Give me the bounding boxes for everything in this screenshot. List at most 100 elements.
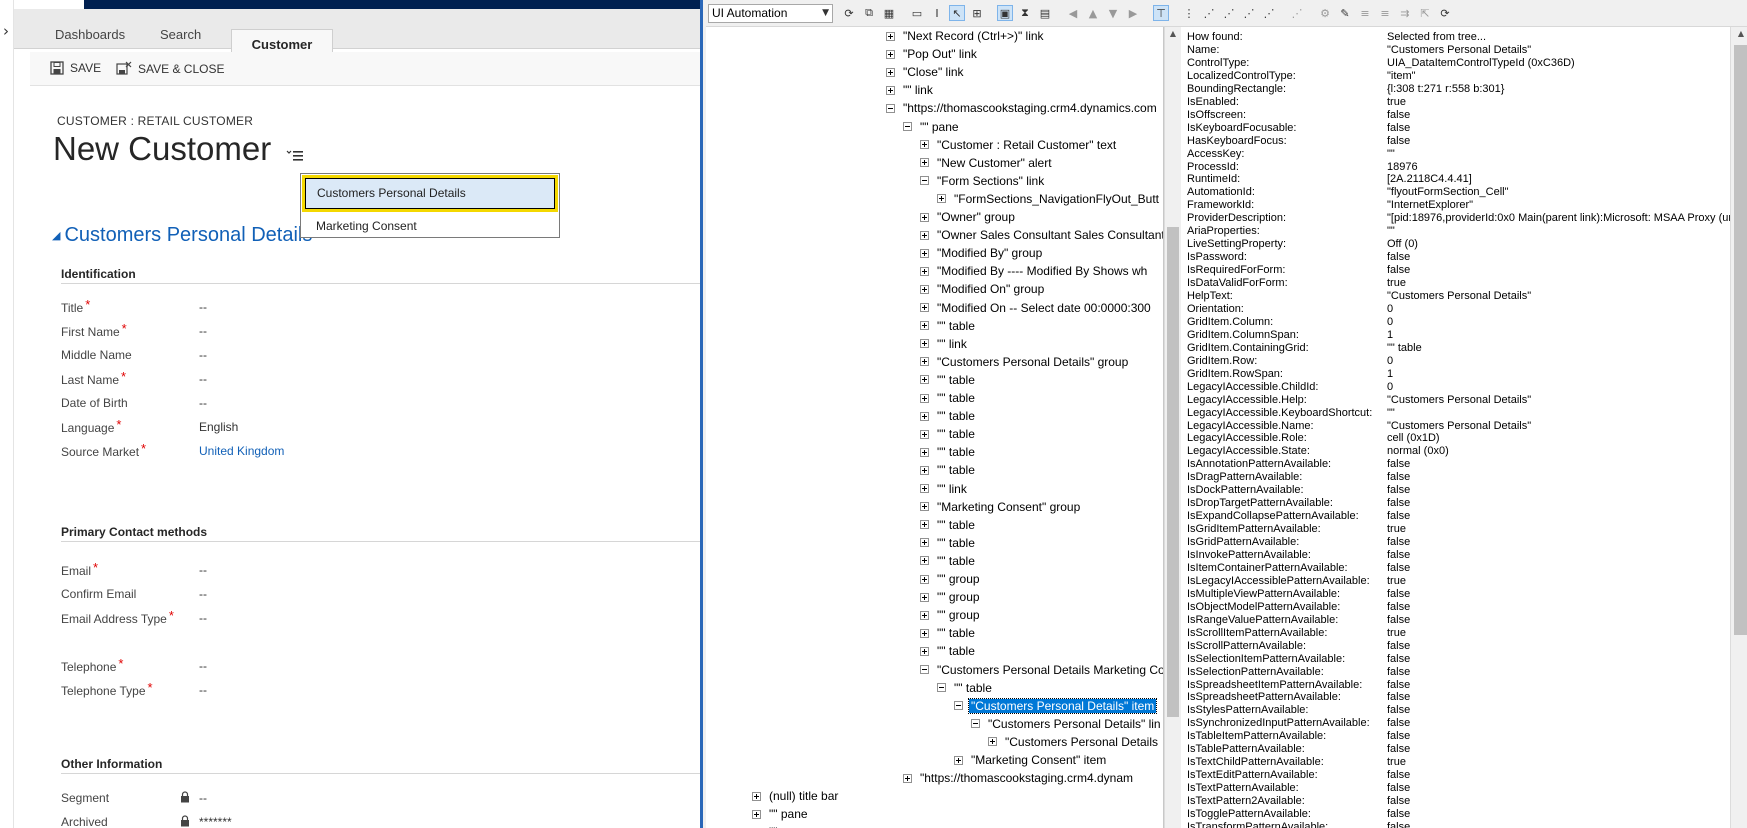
expand-plus-icon[interactable] [920, 248, 929, 258]
rectangle-icon[interactable]: ▭ [909, 5, 925, 21]
expand-plus-icon[interactable] [920, 502, 929, 512]
refresh-icon[interactable]: ⟳ [1437, 5, 1453, 21]
expand-plus-icon[interactable] [920, 321, 929, 331]
tree-node[interactable]: "" table [920, 317, 977, 335]
expand-plus-icon[interactable] [920, 158, 929, 168]
refresh-icon[interactable]: ⟳ [841, 5, 857, 21]
expand-plus-icon[interactable] [920, 212, 929, 222]
tree-node-label[interactable]: "Customers Personal Details [1003, 735, 1160, 749]
field-value-date-of-birth[interactable]: -- [199, 396, 207, 410]
tree-node[interactable]: "Form Sections" link [920, 172, 1046, 190]
tree-node-label[interactable]: "Marketing Consent" item [969, 753, 1108, 767]
tree-node-label[interactable]: "" table [935, 554, 977, 568]
tree-node[interactable]: "" table [920, 371, 977, 389]
flyout-item-marketing-consent[interactable]: Marketing Consent [305, 215, 557, 237]
field-value-telephone-type[interactable]: -- [199, 683, 207, 697]
tree-node[interactable]: "" table [920, 461, 977, 479]
properties-scrollbar[interactable]: ▲ [1730, 27, 1747, 828]
tree-node-label[interactable]: "" table [935, 536, 977, 550]
tree-node-label[interactable]: "" table [935, 626, 977, 640]
tree-node[interactable]: "Customers Personal Details" item [954, 697, 1158, 715]
tree-node-label[interactable]: "" group [935, 608, 982, 622]
tree-node-label[interactable]: "" table [935, 518, 977, 532]
expand-plus-icon[interactable] [920, 520, 929, 530]
collapse-minus-icon[interactable] [954, 701, 963, 711]
tree-node-label[interactable]: "Modified By" group [935, 246, 1044, 260]
tree-node-label[interactable]: "FormSections_NavigationFlyOut_Butt [952, 192, 1161, 206]
expand-plus-icon[interactable] [920, 574, 929, 584]
collapse-minus-icon[interactable] [971, 719, 980, 729]
expand-plus-icon[interactable] [920, 628, 929, 638]
tree-node[interactable]: "Next Record (Ctrl+>)" link [886, 27, 1046, 45]
tree-node[interactable]: "" pane [752, 805, 810, 823]
tree-node[interactable]: "Customers Personal Details" group [920, 353, 1130, 371]
tree-node[interactable]: "Close" link [886, 63, 966, 81]
expand-plus-icon[interactable] [886, 31, 895, 41]
expand-plus-icon[interactable] [920, 393, 929, 403]
tree-node[interactable]: "Owner Sales Consultant Sales Consultant [920, 226, 1163, 244]
tree-scrollbar[interactable]: ▲ [1164, 27, 1181, 828]
action-icon[interactable]: ⇉ [1397, 5, 1413, 21]
field-value-title[interactable]: -- [199, 300, 207, 314]
expand-plus-icon[interactable] [920, 610, 929, 620]
expand-plus-icon[interactable] [903, 773, 912, 783]
tree-walker-icon[interactable]: ⋰ [1289, 5, 1305, 21]
tree-node[interactable]: "" link [920, 480, 969, 498]
options-icon[interactable]: ▦ [881, 5, 897, 21]
expand-plus-icon[interactable] [920, 447, 929, 457]
save-close-button[interactable]: SAVE & CLOSE [116, 61, 224, 76]
tree-node[interactable]: "FormSections_NavigationFlyOut_Butt [937, 190, 1161, 208]
tree-node-label[interactable]: "Close" link [901, 65, 966, 79]
field-value-language[interactable]: English [199, 420, 238, 434]
expand-plus-icon[interactable] [954, 755, 963, 765]
highlight-rect-icon[interactable]: ▣ [997, 5, 1013, 21]
expand-plus-icon[interactable] [988, 737, 997, 747]
nav-right-icon[interactable]: ▶ [1125, 5, 1141, 21]
expand-plus-icon[interactable] [920, 538, 929, 548]
collapse-minus-icon[interactable] [920, 665, 929, 674]
section-header[interactable]: ◢ Customers Personal Details [52, 224, 312, 247]
settings-icon[interactable]: ⚙ [1317, 5, 1333, 21]
tree-node-label[interactable]: "Customers Personal Details" item [967, 697, 1158, 714]
automation-mode-select[interactable]: UI Automation ▼ [708, 4, 833, 23]
tree-node-label[interactable]: "" table [935, 391, 977, 405]
tree-node[interactable]: (null) title bar [752, 787, 840, 805]
expand-plus-icon[interactable] [752, 791, 761, 801]
tree-node-label[interactable]: "Owner Sales Consultant Sales Consultant [935, 228, 1163, 242]
field-value-source-market-link[interactable]: United Kingdom [199, 444, 284, 458]
action-icon[interactable]: ≡ [1357, 5, 1373, 21]
expand-plus-icon[interactable] [920, 375, 929, 385]
element-tree[interactable]: "Next Record (Ctrl+>)" link "Pop Out" lin… [706, 27, 1164, 828]
tree-view-icon[interactable]: ⊤ [1153, 5, 1169, 21]
tree-walker-icon[interactable]: ⋰ [1201, 5, 1217, 21]
field-value-email-address-type[interactable]: -- [199, 611, 207, 625]
collapse-minus-icon[interactable] [903, 122, 912, 131]
tree-node-label[interactable]: "" table [952, 681, 994, 695]
expand-plus-icon[interactable] [920, 465, 929, 475]
tree-node-label[interactable]: (null) title bar [767, 789, 840, 803]
tree-node[interactable]: "" pane [752, 823, 810, 828]
focus-icon[interactable]: ⊞ [969, 5, 985, 21]
copy-icon[interactable]: ⧉ [861, 5, 877, 21]
tree-scrollbar-thumb[interactable] [1167, 227, 1179, 717]
expand-plus-icon[interactable] [920, 303, 929, 312]
action-icon[interactable]: ≡ [1377, 5, 1393, 21]
expand-plus-icon[interactable] [920, 646, 929, 656]
tree-node[interactable]: "" table [920, 389, 977, 407]
tree-walker-icon[interactable]: ⋰ [1261, 5, 1277, 21]
tree-node-label[interactable]: "" table [935, 644, 977, 658]
tree-node-label[interactable]: "Customer : Retail Customer" text [935, 138, 1118, 152]
tree-node[interactable]: "" table [920, 425, 977, 443]
tree-node[interactable]: "Modified By" group [920, 244, 1044, 262]
nav-down-icon[interactable]: ▼ [1105, 5, 1121, 21]
tree-node-label[interactable]: "Pop Out" link [901, 47, 979, 61]
tree-node-label[interactable]: "https://thomascookstaging.crm4.dynam [918, 771, 1135, 785]
collapse-minus-icon[interactable] [920, 176, 929, 186]
tree-node-label[interactable]: "https://thomascookstaging.crm4.dynamics… [901, 101, 1159, 115]
field-value-first-name[interactable]: -- [199, 324, 207, 338]
flyout-item-customers-personal-details[interactable]: Customers Personal Details [305, 178, 555, 209]
tree-node-label[interactable]: "" group [935, 572, 982, 586]
expand-plus-icon[interactable] [886, 67, 895, 77]
tree-node[interactable]: "" table [920, 552, 977, 570]
nav-left-icon[interactable]: ◀ [1065, 5, 1081, 21]
